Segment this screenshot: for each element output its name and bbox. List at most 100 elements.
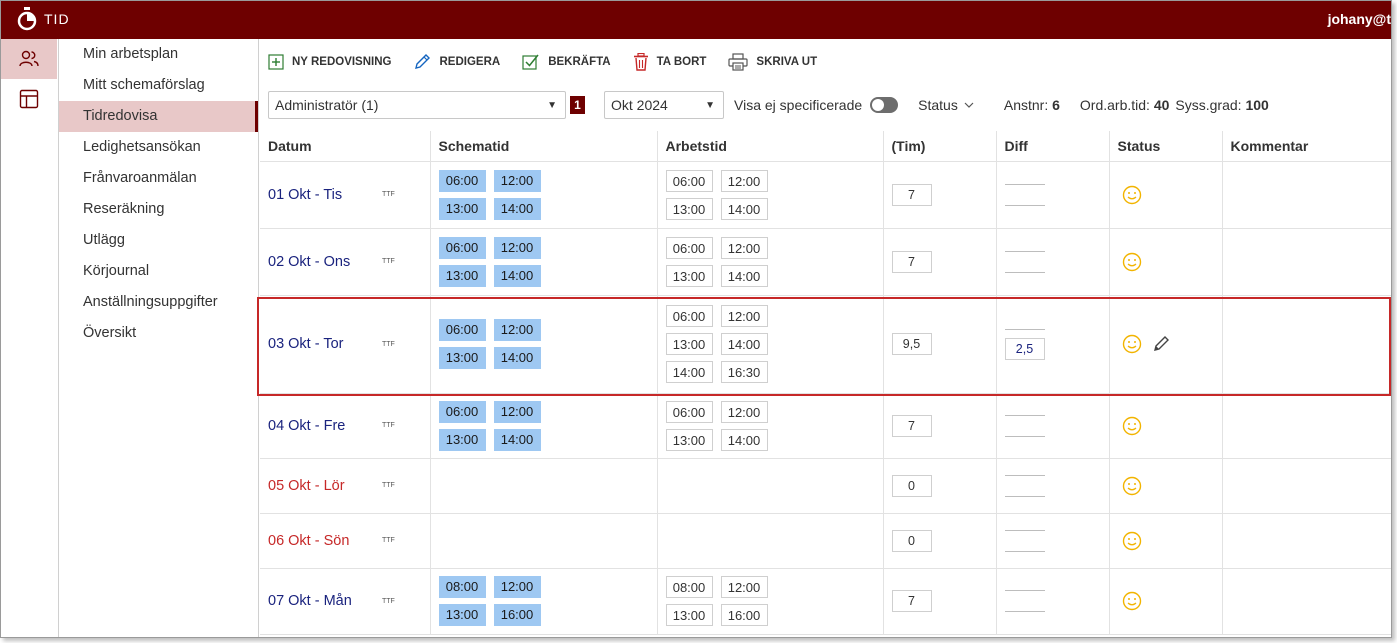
work-time-field[interactable]: 13:00 [665,604,713,626]
main-content: NY REDOVISNING REDIGERA BEKRÄFTA TA BORT… [260,39,1391,637]
rail-item-people[interactable] [1,39,57,79]
table-header-row: Datum Schematid Arbetstid (Tim) Diff Sta… [260,131,1391,162]
subnav-item-franvaroanmalan[interactable]: Frånvaroanmälan [59,163,258,194]
hours-value[interactable]: 7 [891,250,932,273]
table-row[interactable]: 05 Okt - Lör TTF 0 [260,458,1391,514]
subnav-item-korjournal[interactable]: Körjournal [59,256,258,287]
subnav-item-oversikt[interactable]: Översikt [59,318,258,349]
hours-value[interactable]: 0 [891,529,932,552]
date-link[interactable]: 01 Okt - Tis [268,187,382,203]
schedule-cell: 06:00 12:00 13:00 14:00 [430,295,658,394]
rail-item-layout[interactable] [1,79,57,119]
delete-button[interactable]: TA BORT [633,53,706,71]
comment-cell[interactable] [1222,513,1391,569]
smiley-icon [1122,416,1141,435]
column-header-schematid[interactable]: Schematid [430,131,658,162]
work-time-field[interactable]: 14:00 [720,197,768,220]
column-header-tim[interactable]: (Tim) [883,131,997,162]
app-logo[interactable]: TID [17,7,70,31]
schedule-cell: 08:00 12:00 13:00 16:00 [430,568,658,635]
table-row[interactable]: 02 Okt - Ons TTF 06:00 12:00 13:00 14:00 06… [260,228,1391,296]
role-select[interactable]: Administratör (1) ▼ [268,91,566,119]
work-time-field[interactable]: 16:30 [720,361,768,383]
date-link[interactable]: 02 Okt - Ons [268,254,382,270]
date-link[interactable]: 05 Okt - Lör [268,478,382,494]
table-row[interactable]: 07 Okt - Mån TTF 08:00 12:00 13:00 16:00 08… [260,568,1391,635]
table-body: 01 Okt - Tis TTF 06:00 12:00 13:00 14:00 06… [260,161,1391,635]
edit-pencil-icon[interactable] [1152,335,1170,353]
column-header-kommentar[interactable]: Kommentar [1222,131,1391,162]
comment-cell[interactable] [1222,161,1391,229]
work-time-field[interactable]: 06:00 [665,400,713,423]
subnav-item-mitt-schemaforslag[interactable]: Mitt schemaförslag [59,70,258,101]
pencil-icon [415,54,431,69]
worktime-cell: 06:00 12:00 13:00 14:00 [657,161,884,229]
work-time-field[interactable]: 13:00 [665,197,713,220]
work-time-field[interactable]: 14:00 [720,428,768,451]
print-button[interactable]: SKRIVA UT [728,53,817,71]
hours-value[interactable]: 9,5 [891,333,932,355]
date-link[interactable]: 06 Okt - Sön [268,533,382,549]
edit-button[interactable]: REDIGERA [413,53,500,71]
subnav-item-utlagg[interactable]: Utlägg [59,225,258,256]
column-header-arbetstid[interactable]: Arbetstid [657,131,884,162]
subnav-item-tidredovisa[interactable]: Tidredovisa [59,101,258,132]
schedule-time-chip: 06:00 [438,236,486,259]
work-time-field[interactable]: 13:00 [665,333,713,355]
column-header-status[interactable]: Status [1109,131,1223,162]
comment-cell[interactable] [1222,295,1391,394]
hours-value[interactable]: 7 [891,590,932,612]
user-menu[interactable]: johany@t [1328,11,1391,27]
comment-cell[interactable] [1222,458,1391,514]
status-filter-dropdown[interactable]: Status [918,97,974,113]
work-time-field[interactable]: 06:00 [665,236,713,259]
subnav-item-anstallningsuppgifter[interactable]: Anställningsuppgifter [59,287,258,318]
table-row[interactable]: 06 Okt - Sön TTF 0 [260,513,1391,569]
show-unspecified-toggle[interactable] [870,97,899,113]
subnav-item-min-arbetsplan[interactable]: Min arbetsplan [59,39,258,70]
work-time-field[interactable]: 13:00 [665,264,713,287]
hours-cell: 0 [883,513,997,569]
work-time-field[interactable]: 12:00 [720,576,768,598]
hours-value[interactable]: 7 [891,183,932,206]
new-report-button[interactable]: NY REDOVISNING [268,54,391,70]
table-row[interactable]: 01 Okt - Tis TTF 06:00 12:00 13:00 14:00 06… [260,161,1391,229]
work-time-field[interactable]: 12:00 [720,236,768,259]
work-time-field[interactable]: 08:00 [665,576,713,598]
work-time-field[interactable]: 12:00 [720,169,768,192]
work-time-field[interactable]: 16:00 [720,604,768,626]
hours-cell: 7 [883,393,997,459]
status-cell [1109,295,1223,394]
work-time-field[interactable]: 14:00 [720,264,768,287]
work-time-field[interactable]: 12:00 [720,305,768,327]
ordinary-hours-value: 40 [1153,97,1170,113]
comment-cell[interactable] [1222,393,1391,459]
work-time-field[interactable]: 14:00 [665,361,713,383]
column-header-diff[interactable]: Diff [996,131,1110,162]
diff-empty-line [1004,183,1045,185]
work-time-field[interactable]: 12:00 [720,400,768,423]
date-link[interactable]: 03 Okt - Tor [268,336,382,352]
hours-value[interactable]: 0 [891,474,932,497]
work-time-field[interactable]: 13:00 [665,428,713,451]
table-row[interactable]: 04 Okt - Fre TTF 06:00 12:00 13:00 14:00 06… [260,393,1391,459]
employment-rate: Syss.grad: 100 [1175,97,1268,113]
confirm-button[interactable]: BEKRÄFTA [522,53,611,71]
column-header-datum[interactable]: Datum [260,131,431,162]
comment-cell[interactable] [1222,568,1391,635]
diff-empty-line [1004,611,1045,612]
date-link[interactable]: 07 Okt - Mån [268,593,382,609]
comment-cell[interactable] [1222,228,1391,296]
hours-value[interactable]: 7 [891,414,932,437]
filter-bar: Administratör (1) ▼ 1 Okt 2024 ▼ Visa ej… [260,85,1391,125]
date-link[interactable]: 04 Okt - Fre [268,418,382,434]
period-select[interactable]: Okt 2024 ▼ [604,91,724,119]
subnav-item-reserakning[interactable]: Reseräkning [59,194,258,225]
subnav-item-ledighetsansokan[interactable]: Ledighetsansökan [59,132,258,163]
table-row[interactable]: 03 Okt - Tor TTF 06:00 12:00 13:00 14:00 06… [260,295,1391,394]
work-time-field[interactable]: 14:00 [720,333,768,355]
work-time-field[interactable]: 06:00 [665,305,713,327]
schedule-time-chip: 06:00 [438,400,486,423]
worktime-cell: 08:00 12:00 13:00 16:00 [657,568,884,635]
work-time-field[interactable]: 06:00 [665,169,713,192]
